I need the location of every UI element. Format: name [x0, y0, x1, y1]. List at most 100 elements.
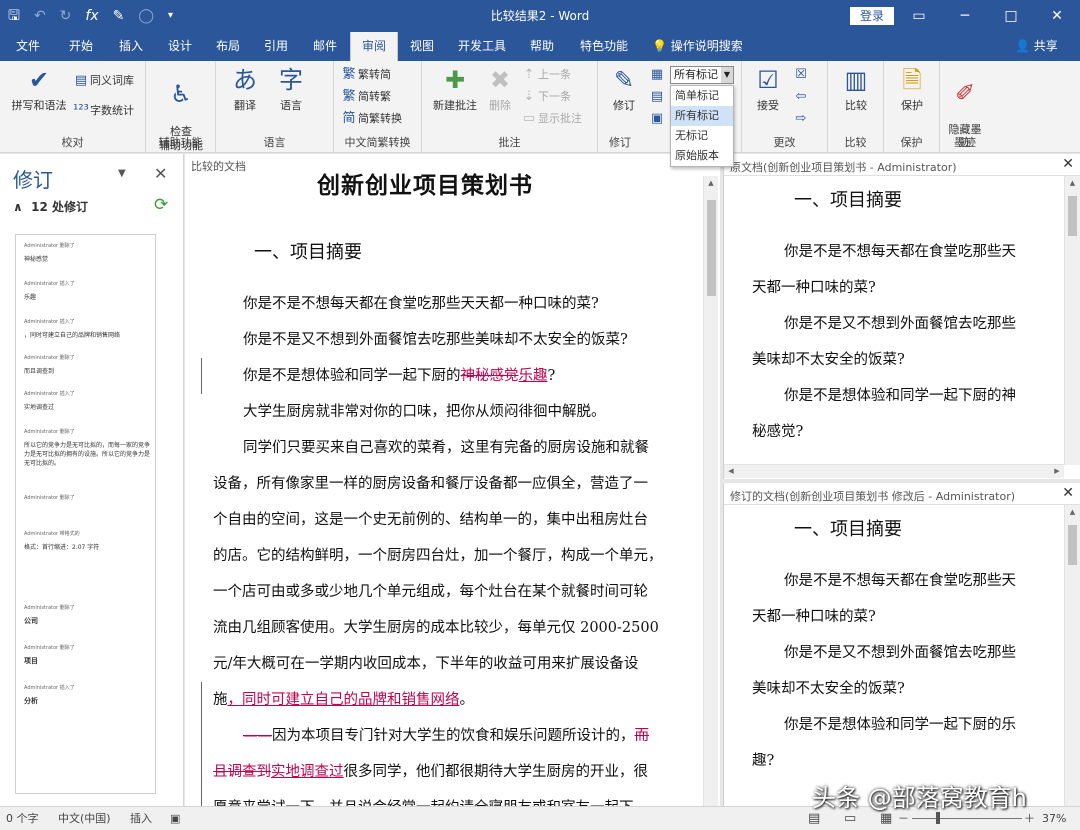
revision-count[interactable]: ∧ 12 处修订 — [13, 198, 88, 215]
translate-button[interactable]: あ 翻译 — [222, 65, 268, 113]
ribbon-display-icon[interactable]: ▭ — [896, 0, 942, 32]
accept-button[interactable]: ☑ 接受 — [748, 65, 788, 113]
list-item[interactable]: Administrator 插入了 乐趣 — [24, 281, 152, 302]
compared-document-page[interactable]: 创新创业项目策划书 一、项目摘要 你是不是不想每天都在食堂吃那些天天都一种口味的… — [185, 154, 703, 806]
ink-icon: ✐ — [954, 79, 976, 107]
minimize-icon[interactable]: ─ — [942, 0, 988, 32]
scrollbar-thumb[interactable] — [707, 200, 716, 296]
reject-icon[interactable]: ☒ — [792, 65, 810, 85]
protect-button[interactable]: 🗎 保护 — [890, 65, 934, 113]
deleted-text: 且调查到 — [213, 764, 271, 780]
next-comment-button[interactable]: ⇣ 下一条 — [520, 87, 571, 107]
markup-display-select[interactable]: 所有标记 ▼ — [670, 66, 734, 84]
tab-file[interactable]: 文件 — [6, 32, 50, 61]
paragraph-line: 大学生厨房就非常对你的口味，把你从烦闷徘徊中解脱。 — [243, 404, 606, 420]
compared-document-pane[interactable]: 创新创业项目策划书 一、项目摘要 你是不是不想每天都在食堂吃那些天天都一种口味的… — [185, 154, 720, 806]
pane-options-icon[interactable]: ▼ — [118, 168, 126, 179]
protect-icon: 🗎 — [902, 66, 922, 94]
login-button[interactable]: 登录 — [850, 7, 894, 25]
accessibility-icon: ♿ — [170, 80, 192, 108]
insert-mode-status[interactable]: 插入 — [130, 807, 152, 830]
thesaurus-button[interactable]: ▤ 同义词库 — [72, 71, 134, 91]
scrollbar-thumb[interactable] — [1068, 196, 1077, 236]
list-item[interactable]: Administrator 删除了 — [24, 495, 152, 507]
show-comments-button[interactable]: ▭ 显示批注 — [520, 109, 582, 129]
close-icon[interactable]: ✕ — [1062, 485, 1074, 501]
list-item[interactable]: Administrator 插入了 分析 — [24, 685, 152, 706]
close-icon[interactable]: ✕ — [1062, 156, 1074, 172]
revised-document-pane[interactable]: 修订的文档(创新创业项目策划书 修改后 - Administrator) ✕ 一… — [723, 483, 1080, 806]
delete-comment-button[interactable]: ✖ 删除 — [482, 65, 518, 113]
list-item[interactable]: Administrator 删除了 公司 — [24, 605, 152, 626]
language-button[interactable]: 字 语言 — [268, 65, 314, 113]
list-item[interactable]: Administrator 带格式的 格式：首行缩进：2.07 字符 — [24, 531, 152, 552]
show-markup-icon[interactable]: ▤ — [648, 87, 666, 107]
tab-layout[interactable]: 布局 — [204, 32, 252, 61]
original-document-pane[interactable]: 原文档(创新创业项目策划书 - Administrator) ✕ 一、项目摘要 … — [723, 154, 1080, 479]
previous-change-icon[interactable]: ⇦ — [792, 87, 810, 107]
paragraph-line: 一个店可由或多或少地几个单元组成，每个灶台在某个就餐时间可轮 — [213, 584, 648, 600]
simp-to-trad-button[interactable]: 繁简转繁 — [340, 87, 391, 107]
vertical-scrollbar[interactable]: ▲ — [703, 176, 718, 806]
tell-me-search[interactable]: 💡 操作说明搜索 — [652, 32, 743, 61]
list-item[interactable]: Administrator 删除了 项目 — [24, 645, 152, 666]
word-count-status[interactable]: 0 个字 — [6, 807, 39, 830]
tab-insert[interactable]: 插入 — [106, 32, 156, 61]
tab-home[interactable]: 开始 — [56, 32, 106, 61]
list-item[interactable]: Administrator 插入了 ，同时可建立自己的品牌和销售网络 — [24, 319, 152, 340]
macro-icon[interactable]: ▣ — [170, 807, 180, 830]
next-change-icon[interactable]: ⇨ — [792, 109, 810, 129]
vertical-scrollbar[interactable]: ▲ — [1064, 176, 1080, 465]
zoom-slider-thumb[interactable] — [936, 812, 940, 824]
tab-developer[interactable]: 开发工具 — [450, 32, 514, 61]
ribbon-review: ✔ 拼写和语法 ▤ 同义词库 ¹²³字数统计 校对 ♿ 检查 辅助功能 辅助功能 … — [0, 61, 1080, 153]
group-compare: ▥ 比较 比较 — [828, 61, 884, 153]
scrollbar-thumb[interactable] — [1068, 525, 1077, 565]
close-icon[interactable]: ✕ — [154, 164, 167, 183]
scroll-right-icon[interactable]: ▶ — [1050, 465, 1064, 478]
chinese-conversion-button[interactable]: 简简繁转换 — [340, 109, 402, 129]
share-button[interactable]: 👤 共享 — [1015, 32, 1058, 61]
tab-review[interactable]: 审阅 — [350, 32, 398, 61]
tab-view[interactable]: 视图 — [398, 32, 446, 61]
language-status[interactable]: 中文(中国) — [58, 807, 111, 830]
vertical-scrollbar[interactable]: ▲ — [1064, 505, 1080, 806]
horizontal-scrollbar[interactable]: ◀ ▶ — [724, 464, 1064, 478]
markup-option-all[interactable]: 所有标记 — [671, 106, 733, 126]
scroll-left-icon[interactable]: ◀ — [724, 465, 738, 478]
section-heading: 一、项目摘要 — [794, 519, 902, 540]
markup-option-original[interactable]: 原始版本 — [671, 146, 733, 166]
tab-design[interactable]: 设计 — [156, 32, 204, 61]
paragraph-line: 流由几组顾客使用。大学生厨房的成本比较少，每单元仅 2000-2500 — [213, 620, 659, 636]
zoom-slider[interactable] — [912, 818, 1022, 819]
tab-references[interactable]: 引用 — [252, 32, 300, 61]
tab-mailings[interactable]: 邮件 — [300, 32, 350, 61]
display-for-review-icon[interactable]: ▦ — [648, 65, 666, 85]
compare-button[interactable]: ▥ 比较 — [834, 65, 878, 113]
maximize-icon[interactable]: □ — [988, 0, 1034, 32]
new-comment-button[interactable]: ✚ 新建批注 — [426, 65, 484, 113]
paragraph-line: 同学们只要买来自己喜欢的菜肴，这里有完备的厨房设施和就餐 — [243, 440, 649, 456]
list-item[interactable]: Administrator 删除了 所以它的竞争力是无可比拟的，而每一家的竞争力是… — [24, 429, 152, 468]
list-item[interactable]: Administrator 删除了 神秘感觉 — [24, 243, 152, 264]
reviewing-pane-icon[interactable]: ▣ — [648, 109, 666, 129]
track-changes-button[interactable]: ✎ 修订 — [604, 65, 644, 113]
previous-comment-button[interactable]: ⇡ 上一条 — [520, 65, 571, 85]
markup-option-none[interactable]: 无标记 — [671, 126, 733, 146]
group-label-accessibility: 辅助功能 — [158, 136, 203, 149]
scroll-up-icon[interactable]: ▲ — [704, 176, 718, 190]
tab-help[interactable]: 帮助 — [518, 32, 566, 61]
list-item[interactable]: Administrator 插入了 实地调查过 — [24, 391, 152, 412]
zoom-level[interactable]: 37% — [1042, 807, 1066, 830]
word-count-button[interactable]: ¹²³字数统计 — [72, 101, 134, 121]
close-icon[interactable]: ✕ — [1034, 0, 1080, 32]
spelling-grammar-button[interactable]: ✔ 拼写和语法 — [6, 65, 72, 113]
refresh-icon[interactable]: ⟳ — [154, 195, 168, 215]
scroll-up-icon[interactable]: ▲ — [1065, 505, 1080, 519]
trad-to-simp-button[interactable]: 繁繁转简 — [340, 65, 391, 85]
group-label-chinese-conversion: 中文简繁转换 — [344, 136, 411, 149]
markup-option-simple[interactable]: 简单标记 — [671, 86, 733, 106]
scroll-up-icon[interactable]: ▲ — [1065, 176, 1080, 190]
list-item[interactable]: Administrator 删除了 而且调查到 — [24, 355, 152, 376]
tab-features[interactable]: 特色功能 — [572, 32, 636, 61]
